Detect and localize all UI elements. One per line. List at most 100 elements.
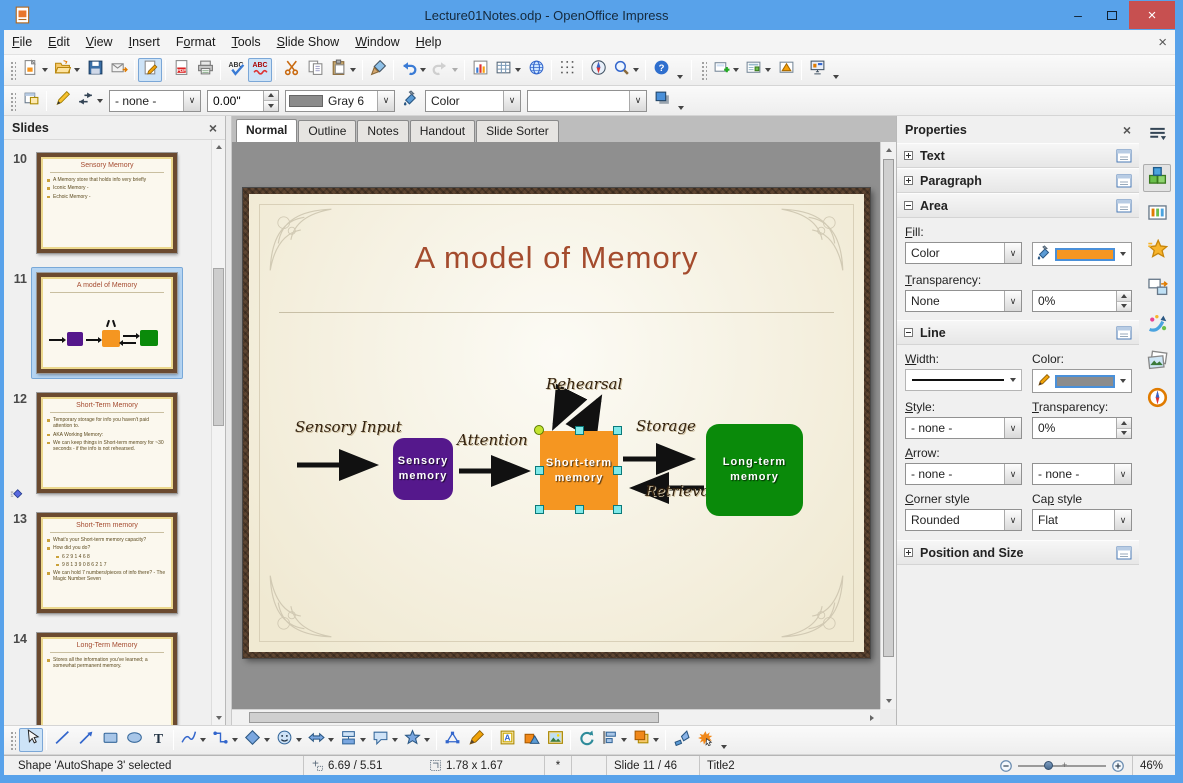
section-line[interactable]: Line	[897, 320, 1139, 345]
dropdown-caret[interactable]	[515, 68, 521, 72]
fill-type-combo[interactable]: Color ∨	[425, 89, 521, 112]
scrollbar-thumb[interactable]	[249, 712, 659, 723]
zoom-slider-track[interactable]: +	[1018, 760, 1106, 770]
email-button[interactable]	[107, 58, 131, 82]
spin-down[interactable]	[1117, 427, 1131, 438]
label-rehearsal[interactable]: Rehearsal	[546, 375, 622, 393]
menu-format[interactable]: Format	[168, 32, 224, 52]
symbol-shapes-button[interactable]	[273, 728, 305, 752]
toolbar-grip[interactable]	[9, 90, 16, 111]
styles-button[interactable]	[19, 89, 43, 113]
export-pdf-button[interactable]: PDF	[169, 58, 193, 82]
dropdown-caret[interactable]	[420, 68, 426, 72]
slides-panel-close-icon[interactable]: ×	[209, 120, 217, 136]
scroll-right-arrow[interactable]	[864, 710, 880, 725]
selection-handle-bottom[interactable]	[575, 505, 584, 514]
slide-editing-surface[interactable]: A model of Memory Sensory Input Attentio…	[243, 188, 870, 658]
edit-canvas[interactable]: A model of Memory Sensory Input Attentio…	[232, 142, 896, 725]
line-width-spinner[interactable]: 0.00"	[207, 89, 279, 112]
dropdown-button[interactable]: ∨	[1114, 510, 1131, 530]
dialog-launcher-icon[interactable]	[1116, 149, 1132, 163]
area-style-button[interactable]	[398, 89, 422, 113]
section-area[interactable]: Area	[897, 193, 1139, 218]
line-button[interactable]	[50, 728, 74, 752]
menu-window[interactable]: Window	[347, 32, 407, 52]
toolbar-overflow-button[interactable]	[717, 728, 730, 752]
arrow-line-button[interactable]	[74, 728, 98, 752]
help-button[interactable]: ?	[649, 58, 673, 82]
selection-handle-bottom-left[interactable]	[535, 505, 544, 514]
scrollbar-thumb[interactable]	[883, 159, 894, 657]
horizontal-scrollbar[interactable]	[232, 709, 880, 725]
tab-properties[interactable]	[1143, 164, 1171, 192]
menu-help[interactable]: Help	[408, 32, 450, 52]
undo-button[interactable]	[397, 58, 429, 82]
arrange-button[interactable]	[630, 728, 662, 752]
dropdown-button[interactable]: ∨	[1004, 243, 1021, 263]
toolbar-grip[interactable]	[9, 60, 16, 80]
from-file-button[interactable]	[543, 728, 567, 752]
fill-color-picker[interactable]	[1032, 242, 1132, 266]
print-button[interactable]	[193, 58, 217, 82]
dialog-launcher-icon[interactable]	[1116, 199, 1132, 213]
tab-animation[interactable]	[1143, 312, 1171, 340]
dropdown-button[interactable]: ∨	[377, 90, 394, 111]
presentation-button[interactable]	[805, 58, 829, 82]
zoom-slider[interactable]: +	[992, 756, 1132, 775]
stars-button[interactable]	[401, 728, 433, 752]
line-button[interactable]	[50, 89, 74, 113]
slide-thumbnail-selected[interactable]: A model of Memory	[31, 267, 183, 379]
open-folder-button[interactable]	[51, 58, 83, 82]
tab-slide-transition[interactable]	[1143, 275, 1171, 303]
slide-item-10[interactable]: 10 Sensory Memory A Memory store that hold…	[4, 148, 225, 258]
slide-item-13[interactable]: 13 Short-Term memory What's your Short-ter…	[4, 508, 225, 618]
tab-outline[interactable]: Outline	[298, 120, 357, 142]
dropdown-caret[interactable]	[232, 738, 238, 742]
minimize-button[interactable]: –	[1061, 1, 1095, 29]
glue-points-button[interactable]	[464, 728, 488, 752]
dropdown-button[interactable]: ∨	[1004, 464, 1021, 484]
dropdown-button[interactable]: ∨	[629, 90, 646, 111]
selection-handle-right[interactable]	[613, 466, 622, 475]
section-text[interactable]: Text	[897, 143, 1139, 168]
transparency-type-select[interactable]: None ∨	[905, 290, 1022, 312]
shadow-button[interactable]	[650, 89, 674, 113]
line-transparency-spinner[interactable]: 0%	[1032, 417, 1132, 439]
edit-points-button[interactable]	[440, 728, 464, 752]
dropdown-caret[interactable]	[452, 68, 458, 72]
rect-shape-button[interactable]	[98, 728, 122, 752]
slide-design-button[interactable]	[774, 58, 798, 82]
extrusion-button[interactable]	[669, 728, 693, 752]
dialog-launcher-icon[interactable]	[1116, 174, 1132, 188]
maximize-button[interactable]	[1095, 1, 1129, 29]
expand-icon[interactable]	[904, 176, 913, 185]
menu-file[interactable]: File	[4, 32, 40, 52]
hyperlink-button[interactable]	[524, 58, 548, 82]
cut-button[interactable]	[279, 58, 303, 82]
shapes-group-button[interactable]	[519, 728, 543, 752]
slide-layout-button[interactable]	[742, 58, 774, 82]
new-slide-button[interactable]	[710, 58, 742, 82]
zoom-button[interactable]	[610, 58, 642, 82]
collapse-icon[interactable]	[904, 201, 913, 210]
flowchart-button[interactable]	[337, 728, 369, 752]
spin-up[interactable]	[1117, 291, 1131, 301]
cap-style-select[interactable]: Flat ∨	[1032, 509, 1132, 531]
fontwork-button[interactable]: A	[495, 728, 519, 752]
dropdown-caret[interactable]	[1120, 252, 1126, 256]
slide-item-11[interactable]: 11 A model of Memory	[4, 267, 225, 379]
toolbar-grip[interactable]	[700, 60, 707, 80]
line-color-combo[interactable]: Gray 6 ∨	[285, 89, 395, 112]
slide-thumbnail[interactable]: Sensory Memory A Memory store that holds …	[32, 148, 182, 258]
callouts-button[interactable]	[369, 728, 401, 752]
select-button[interactable]	[19, 728, 43, 752]
new-doc-button[interactable]	[19, 58, 51, 82]
zoom-slider-thumb[interactable]	[1044, 760, 1054, 770]
tab-handout[interactable]: Handout	[409, 120, 476, 142]
spin-down[interactable]	[1117, 300, 1131, 311]
toolbar-overflow-button[interactable]	[673, 58, 686, 82]
collapse-icon[interactable]	[904, 328, 913, 337]
label-attention[interactable]: Attention	[457, 431, 528, 449]
toolbar-overflow-button[interactable]	[829, 58, 842, 82]
menu-edit[interactable]: Edit	[40, 32, 78, 52]
